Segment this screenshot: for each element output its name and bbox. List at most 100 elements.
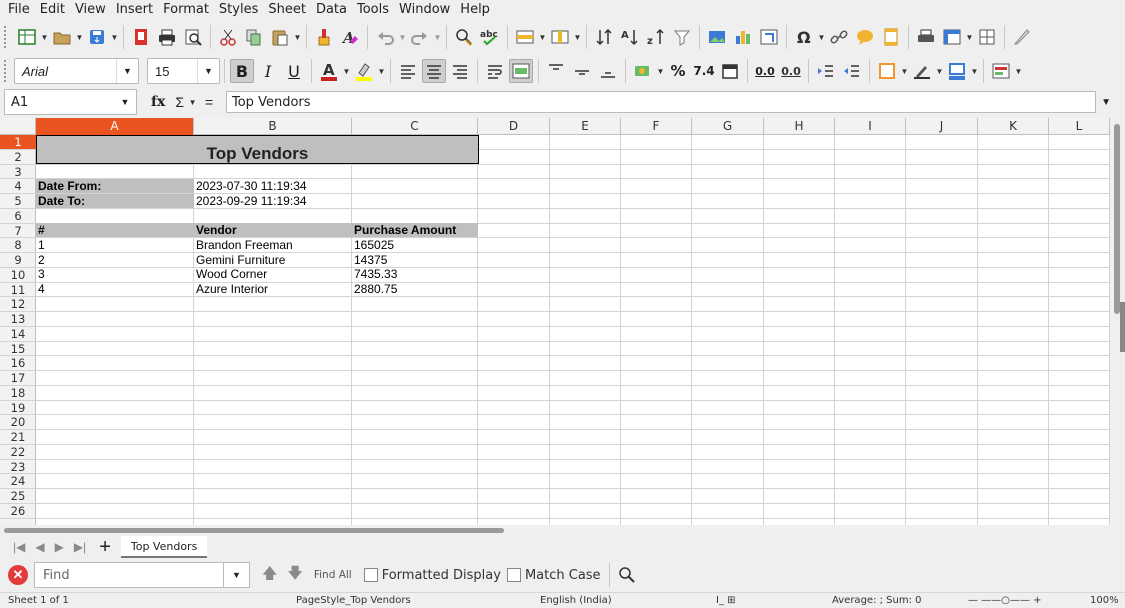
row-header-13[interactable]: 13 (0, 312, 36, 327)
language[interactable]: English (India) (540, 595, 612, 606)
close-find-bar-icon[interactable]: ✕ (8, 565, 28, 585)
date-to-value-cell[interactable]: 2023-09-29 11:19:34 (194, 194, 352, 208)
zoom-slider[interactable]: — ——○—— + (968, 595, 1041, 606)
column-icon[interactable] (548, 25, 572, 49)
border-color-dropdown[interactable]: ▼ (970, 59, 979, 83)
borders-dropdown[interactable]: ▼ (900, 59, 909, 83)
font-name-combo[interactable]: Arial ▼ (14, 58, 139, 84)
define-print-area-icon[interactable] (914, 25, 938, 49)
row-header-2[interactable]: 2 (0, 150, 36, 165)
special-character-dropdown[interactable]: ▼ (817, 25, 826, 49)
row-header-14[interactable]: 14 (0, 327, 36, 342)
find-next-icon[interactable]: 🡇 (287, 563, 302, 588)
pivot-table-icon[interactable] (757, 25, 781, 49)
chevron-down-icon[interactable]: ▼ (116, 59, 138, 83)
column-header-e[interactable]: E (550, 118, 621, 135)
new-dropdown[interactable]: ▼ (40, 25, 49, 49)
font-color-dropdown[interactable]: ▼ (342, 59, 351, 83)
menu-view[interactable]: View (70, 2, 111, 17)
column-header-f[interactable]: F (621, 118, 692, 135)
row-header-11[interactable]: 11 (0, 283, 36, 298)
menu-file[interactable]: File (3, 2, 35, 17)
italic-button[interactable]: I (256, 59, 280, 83)
row-header-15[interactable]: 15 (0, 342, 36, 357)
headers-footers-icon[interactable] (879, 25, 903, 49)
menu-tools[interactable]: Tools (352, 2, 394, 17)
export-pdf-icon[interactable] (129, 25, 153, 49)
save-icon[interactable] (85, 25, 109, 49)
table-cell[interactable]: 7435.33 (352, 267, 478, 281)
report-title-cell[interactable]: Top Vendors (36, 135, 479, 164)
merge-center-icon[interactable] (509, 59, 533, 83)
row-header-3[interactable]: 3 (0, 165, 36, 180)
formatted-display-label[interactable]: Formatted Display (382, 568, 501, 583)
split-window-icon[interactable] (975, 25, 999, 49)
table-cell[interactable]: 2 (36, 253, 194, 267)
row-header-24[interactable]: 24 (0, 474, 36, 489)
menu-window[interactable]: Window (394, 2, 455, 17)
paste-dropdown[interactable]: ▼ (293, 25, 302, 49)
conditional-format-icon[interactable] (989, 59, 1013, 83)
paste-icon[interactable] (268, 25, 292, 49)
sum-icon[interactable]: Σ (175, 94, 184, 110)
row-header-6[interactable]: 6 (0, 209, 36, 224)
selection-mode-icon[interactable]: I_ ⊞ (716, 595, 736, 606)
row-header-25[interactable]: 25 (0, 489, 36, 504)
row-header-23[interactable]: 23 (0, 460, 36, 475)
border-style-icon[interactable] (910, 59, 934, 83)
table-cell[interactable]: 3 (36, 267, 194, 281)
horizontal-scroll-thumb[interactable] (4, 528, 504, 533)
table-header-number[interactable]: # (36, 223, 194, 237)
align-right-icon[interactable] (448, 59, 472, 83)
row-header-18[interactable]: 18 (0, 386, 36, 401)
increase-indent-icon[interactable] (814, 59, 838, 83)
sort-icon[interactable] (592, 25, 616, 49)
insert-chart-icon[interactable] (731, 25, 755, 49)
redo-icon[interactable] (408, 25, 432, 49)
find-input[interactable]: Find (34, 562, 224, 588)
table-cell[interactable]: 4 (36, 282, 194, 296)
name-box[interactable]: A1 ▼ (4, 89, 137, 115)
column-header-j[interactable]: J (906, 118, 978, 135)
highlighting-color-icon[interactable] (352, 59, 376, 83)
formatted-display-checkbox[interactable] (363, 568, 378, 582)
save-dropdown[interactable]: ▼ (110, 25, 119, 49)
menu-styles[interactable]: Styles (214, 2, 263, 17)
menu-sheet[interactable]: Sheet (263, 2, 311, 17)
row-dropdown[interactable]: ▼ (538, 25, 547, 49)
table-cell[interactable]: 165025 (352, 238, 478, 252)
align-top-icon[interactable] (544, 59, 568, 83)
special-character-icon[interactable]: Ω (792, 25, 816, 49)
menu-edit[interactable]: Edit (35, 2, 70, 17)
print-preview-icon[interactable] (181, 25, 205, 49)
sort-ascending-icon[interactable]: A (618, 25, 642, 49)
column-dropdown[interactable]: ▼ (573, 25, 582, 49)
zoom-level[interactable]: 100% (1090, 595, 1119, 606)
row-header-22[interactable]: 22 (0, 445, 36, 460)
table-cell[interactable]: 14375 (352, 253, 478, 267)
cut-icon[interactable] (216, 25, 240, 49)
show-draw-functions-icon[interactable] (1010, 25, 1034, 49)
menu-help[interactable]: Help (455, 2, 495, 17)
row-header-21[interactable]: 21 (0, 430, 36, 445)
row-header-5[interactable]: 5 (0, 194, 36, 209)
column-header-h[interactable]: H (764, 118, 835, 135)
find-previous-icon[interactable]: 🡅 (262, 563, 277, 588)
row-header-16[interactable]: 16 (0, 356, 36, 371)
bold-button[interactable]: B (230, 59, 254, 83)
match-case-checkbox[interactable] (506, 568, 521, 582)
column-header-c[interactable]: C (352, 118, 478, 135)
toolbar-grip[interactable] (4, 60, 8, 82)
align-center-icon[interactable] (422, 59, 446, 83)
center-vertically-icon[interactable] (570, 59, 594, 83)
align-bottom-icon[interactable] (596, 59, 620, 83)
percent-format-button[interactable]: % (666, 59, 690, 83)
insert-image-icon[interactable] (705, 25, 729, 49)
select-all-corner[interactable] (0, 118, 36, 135)
conditional-dropdown[interactable]: ▼ (1014, 59, 1023, 83)
function-wizard-icon[interactable]: fx (151, 94, 165, 110)
clear-formatting-icon[interactable]: A (338, 25, 362, 49)
font-size-combo[interactable]: 15 ▼ (147, 58, 220, 84)
horizontal-scrollbar[interactable] (0, 525, 1110, 535)
first-sheet-icon[interactable]: |◀ (13, 540, 25, 554)
